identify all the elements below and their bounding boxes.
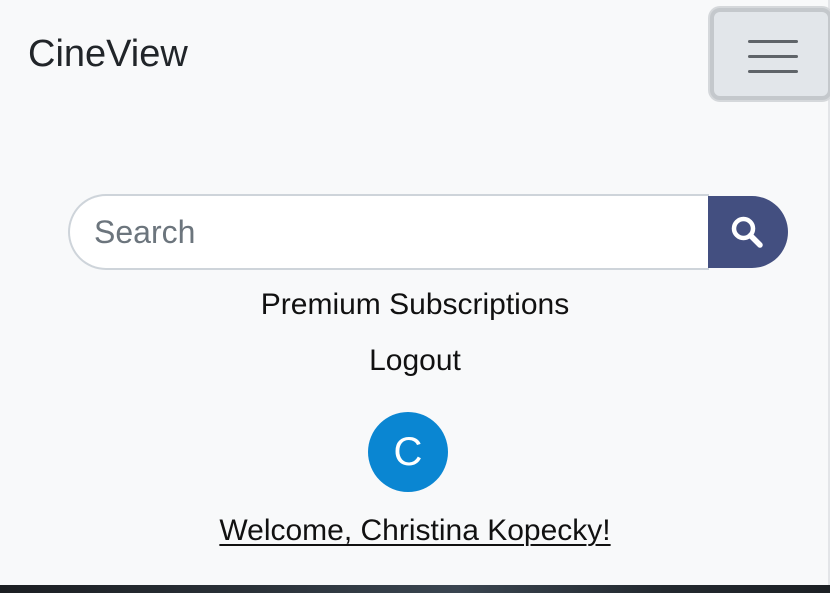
hero-image-edge (0, 585, 830, 593)
search-button[interactable] (708, 196, 788, 268)
nav-link-logout[interactable]: Logout (0, 341, 830, 381)
hamburger-menu-icon (748, 36, 798, 76)
search-form (68, 194, 788, 270)
brand-logo-link[interactable]: CineView (28, 30, 188, 78)
search-input[interactable] (68, 194, 709, 270)
user-avatar: C (368, 412, 448, 492)
navbar-toggler-button[interactable] (710, 8, 830, 100)
welcome-user-link[interactable]: Welcome, Christina Kopecky! (0, 511, 830, 551)
search-icon (731, 216, 763, 248)
nav-link-premium-subscriptions[interactable]: Premium Subscriptions (0, 285, 830, 325)
